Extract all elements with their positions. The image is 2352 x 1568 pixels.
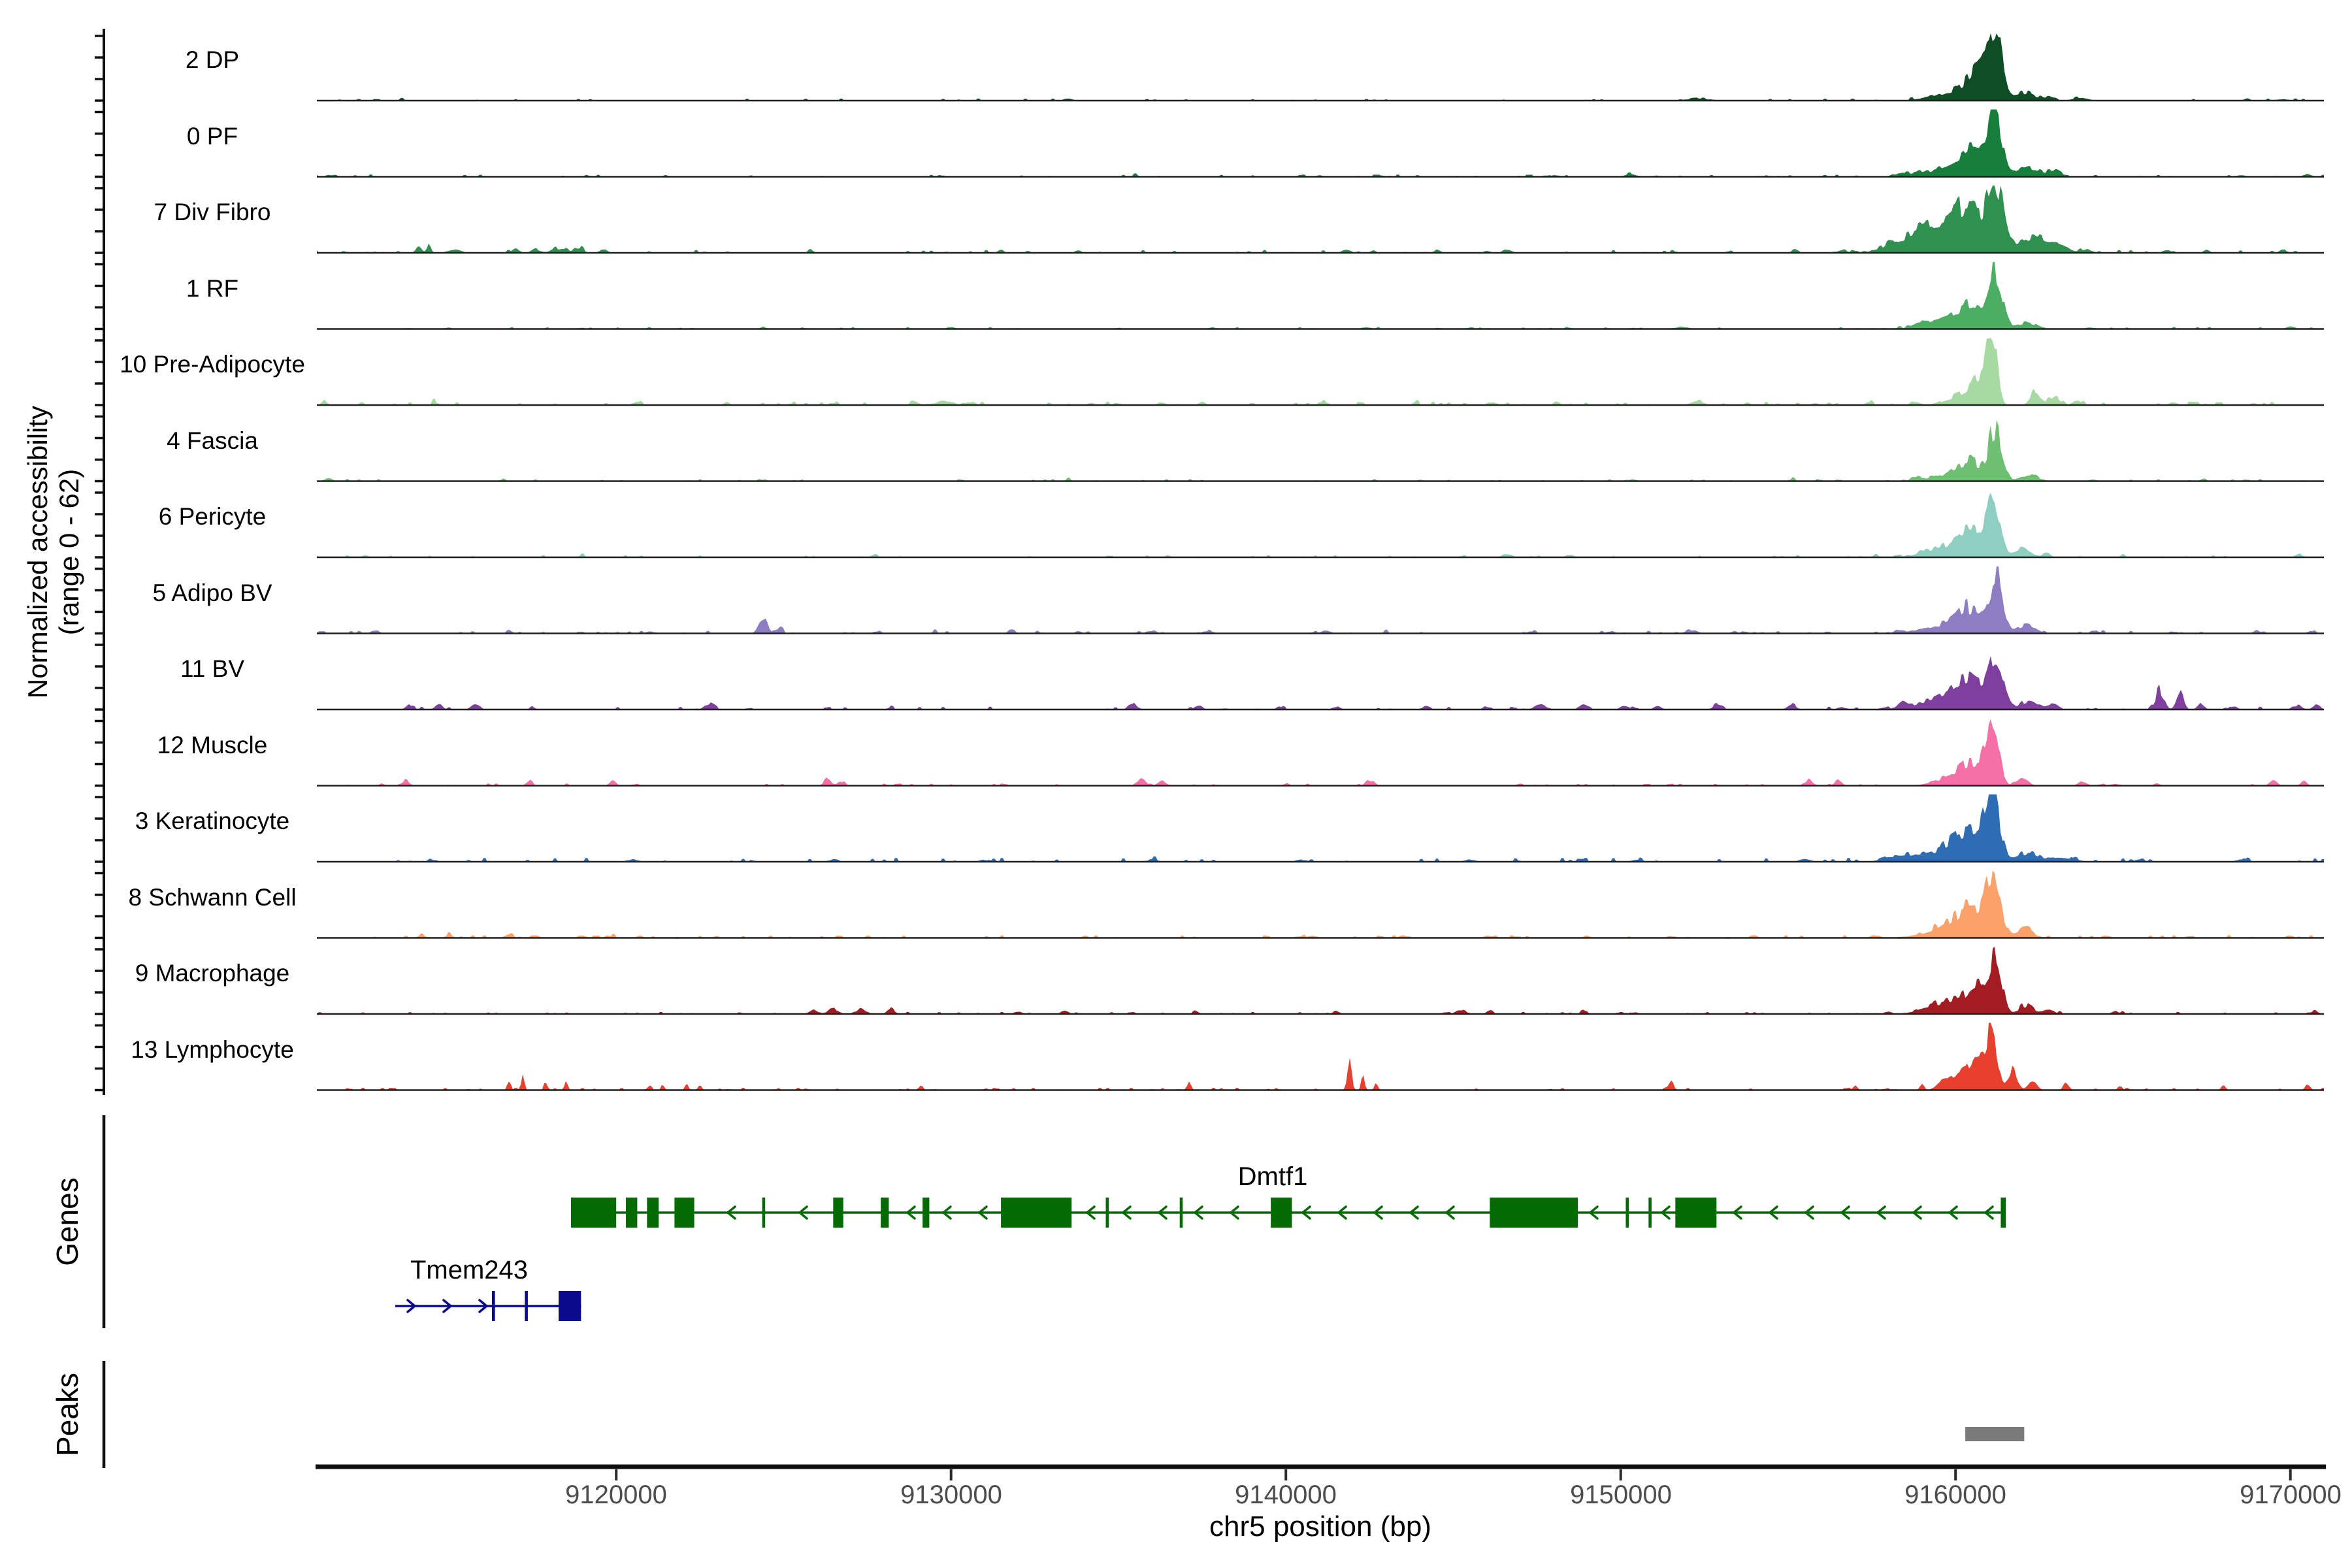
gene-label-tmem243: Tmem243 [358,1256,580,1284]
coverage-area-7-div-fibro [317,186,2324,253]
gene-label-dmtf1: Dmtf1 [1162,1162,1384,1191]
x-tick-label: 9120000 [512,1480,721,1509]
track-label-8-schwann-cell: 8 Schwann Cell [62,883,363,913]
track-label-1-rf: 1 RF [62,274,363,304]
coverage-area-1-rf [317,262,2324,329]
exon-dmtf1 [626,1198,637,1228]
exon-dmtf1 [571,1198,616,1228]
thin-exon-dmtf1 [1180,1198,1183,1228]
thin-exon-tmem243 [525,1291,528,1321]
track-label-10-pre-adipocyte: 10 Pre-Adipocyte [62,350,363,380]
track-label-7-div-fibro: 7 Div Fibro [62,197,363,227]
thin-exon-dmtf1 [1625,1198,1629,1228]
x-tick-label: 9150000 [1516,1480,1725,1509]
exon-dmtf1 [833,1198,843,1228]
track-label-2-dp: 2 DP [62,45,363,75]
track-label-0-pf: 0 PF [62,122,363,152]
track-label-9-macrophage: 9 Macrophage [62,958,363,988]
x-tick-label: 9130000 [847,1480,1056,1509]
coverage-area-12-muscle [317,719,2324,786]
coverage-area-2-dp [317,33,2324,101]
track-label-3-keratinocyte: 3 Keratinocyte [62,806,363,836]
x-tick-label: 9170000 [2186,1480,2352,1509]
coverage-plot-figure: Normalized accessibility (range 0 - 62) … [0,0,2352,1568]
exon-dmtf1 [2001,1198,2006,1228]
x-tick-label: 9160000 [1851,1480,2060,1509]
coverage-area-6-pericyte [317,493,2324,557]
thin-exon-dmtf1 [1106,1198,1109,1228]
x-tick-label: 9140000 [1181,1480,1390,1509]
peak-bar [1965,1427,2024,1441]
track-label-13-lymphocyte: 13 Lymphocyte [62,1035,363,1065]
coverage-area-5-adipo-bv [317,566,2324,634]
track-label-5-adipo-bv: 5 Adipo BV [62,578,363,608]
track-label-6-pericyte: 6 Pericyte [62,502,363,532]
track-label-4-fascia: 4 Fascia [62,426,363,456]
track-label-11-bv: 11 BV [62,654,363,684]
x-axis-title: chr5 position (bp) [928,1511,1712,1543]
peaks-section-label: Peaks [50,1218,84,1568]
coverage-area-0-pf [317,110,2324,177]
exon-dmtf1 [1271,1198,1292,1228]
coverage-area-11-bv [317,656,2324,710]
exon-dmtf1 [1001,1198,1071,1228]
track-label-12-muscle: 12 Muscle [62,730,363,760]
coverage-area-9-macrophage [317,947,2324,1014]
exon-dmtf1 [674,1198,694,1228]
plot-canvas [0,0,2352,1568]
exon-dmtf1 [1490,1198,1578,1228]
exon-dmtf1 [1675,1198,1716,1228]
exon-dmtf1 [647,1198,659,1228]
coverage-area-3-keratinocyte [317,794,2324,862]
coverage-area-13-lymphocyte [317,1023,2324,1090]
exon-dmtf1 [881,1198,889,1228]
coverage-area-4-fascia [317,420,2324,482]
thin-exon-dmtf1 [1648,1198,1652,1228]
y-axis-label-line1: Normalized accessibility [22,160,54,944]
thin-exon-tmem243 [492,1291,495,1321]
exon-tmem243 [559,1291,581,1321]
thin-exon-dmtf1 [762,1198,766,1228]
exon-dmtf1 [923,1198,929,1228]
coverage-area-10-pre-adipocyte [317,338,2324,405]
coverage-area-8-schwann-cell [317,871,2324,938]
